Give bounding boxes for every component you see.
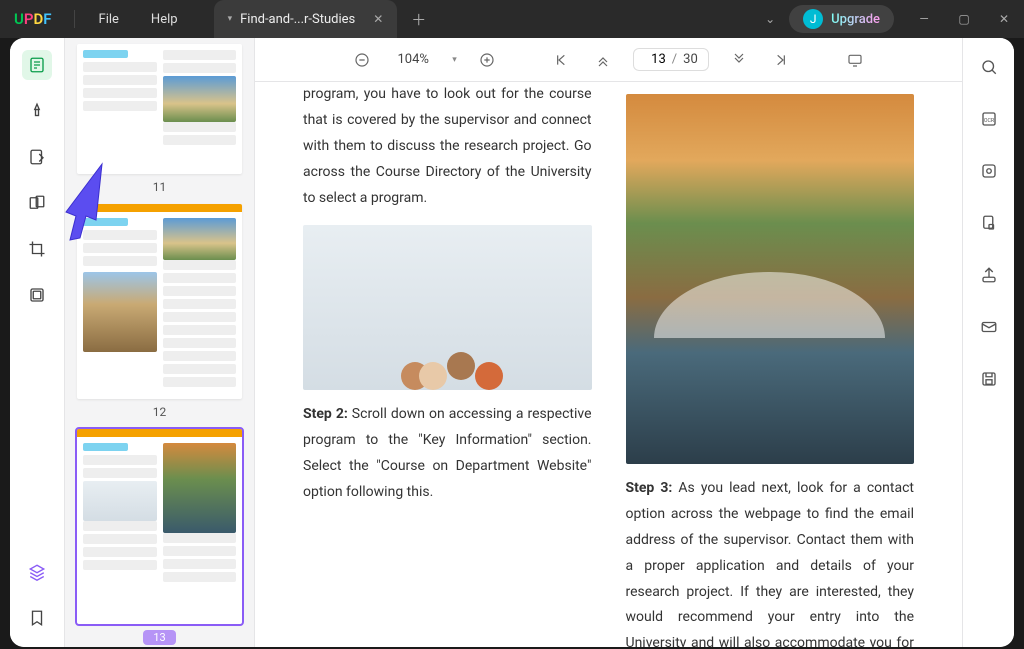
- user-avatar: J: [803, 9, 823, 29]
- last-page-button[interactable]: [769, 48, 793, 72]
- separator: [74, 10, 75, 28]
- doc-paragraph: program, you have to look out for the co…: [303, 82, 592, 211]
- share-icon[interactable]: [974, 260, 1004, 290]
- document-area: 104% ▾ / 30 program, you have to look ou…: [255, 38, 962, 647]
- svg-text:OCR: OCR: [983, 118, 994, 124]
- new-tab-button[interactable]: ＋: [411, 9, 426, 30]
- doc-image-students: [303, 225, 592, 390]
- thumbnail-label-12: 12: [77, 405, 242, 419]
- doc-image-river-bridge: [626, 94, 915, 464]
- redact-tool-icon[interactable]: [22, 280, 52, 310]
- upgrade-label: Upgrade: [831, 12, 880, 27]
- email-icon[interactable]: [974, 312, 1004, 342]
- page-input-box[interactable]: / 30: [633, 48, 709, 71]
- window-maximize-icon[interactable]: ▢: [944, 12, 984, 26]
- reader-mode-icon[interactable]: [22, 50, 52, 80]
- cursor-arrow-overlay: [52, 158, 112, 252]
- thumbnail-page-13[interactable]: [77, 429, 242, 624]
- left-tool-rail: Edit PDF: [10, 38, 65, 647]
- right-tool-rail: OCR: [962, 38, 1014, 647]
- crop-tool-icon[interactable]: [22, 234, 52, 264]
- zoom-dropdown-icon[interactable]: ▾: [452, 55, 457, 65]
- zoom-in-button[interactable]: [475, 48, 499, 72]
- app-logo: UPDF: [0, 10, 66, 28]
- organize-pages-icon[interactable]: [22, 188, 52, 218]
- prev-page-button[interactable]: [591, 48, 615, 72]
- first-page-button[interactable]: [549, 48, 573, 72]
- menu-file[interactable]: File: [83, 12, 135, 27]
- thumbnail-label-13: 13: [77, 630, 242, 645]
- save-icon[interactable]: [974, 364, 1004, 394]
- menu-help[interactable]: Help: [135, 12, 194, 27]
- zoom-out-button[interactable]: [350, 48, 374, 72]
- ai-assist-icon[interactable]: [974, 156, 1004, 186]
- comment-tool-icon[interactable]: [22, 96, 52, 126]
- document-page: program, you have to look out for the co…: [255, 82, 962, 647]
- view-toolbar: 104% ▾ / 30: [255, 38, 962, 82]
- upgrade-button[interactable]: J Upgrade: [789, 5, 894, 33]
- edit-pdf-icon[interactable]: [22, 142, 52, 172]
- tab-close-icon[interactable]: ✕: [373, 12, 383, 26]
- doc-paragraph-step2: Step 2: Scroll down on accessing a respe…: [303, 402, 592, 506]
- tab-chevron-icon: ▾: [228, 14, 233, 24]
- window-minimize-icon[interactable]: —: [904, 12, 944, 26]
- tabs-dropdown-icon[interactable]: ⌄: [765, 12, 775, 26]
- search-icon[interactable]: [974, 52, 1004, 82]
- doc-paragraph-step3: Step 3: As you lead next, look for a con…: [626, 476, 915, 647]
- present-button[interactable]: [843, 48, 867, 72]
- zoom-value: 104%: [392, 52, 434, 67]
- bookmark-icon[interactable]: [22, 603, 52, 633]
- thumbnail-page-11[interactable]: [77, 44, 242, 174]
- window-close-icon[interactable]: ✕: [984, 12, 1024, 26]
- ocr-icon[interactable]: OCR: [974, 104, 1004, 134]
- thumbnail-panel: 11 12: [65, 38, 255, 647]
- tab-title: Find-and-...r-Studies: [240, 12, 355, 27]
- page-separator: /: [672, 52, 677, 67]
- document-tab[interactable]: ▾ Find-and-...r-Studies ✕: [214, 0, 398, 38]
- page-current-input[interactable]: [644, 52, 666, 67]
- page-total: 30: [683, 52, 698, 67]
- next-page-button[interactable]: [727, 48, 751, 72]
- protect-icon[interactable]: [974, 208, 1004, 238]
- layers-icon[interactable]: [22, 557, 52, 587]
